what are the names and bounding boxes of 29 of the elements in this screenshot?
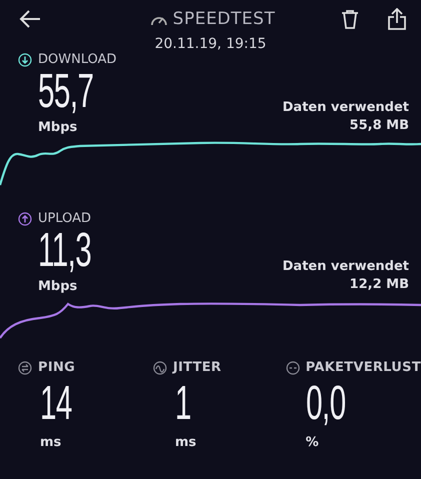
metric-value: 0,0 <box>306 379 346 429</box>
speed-unit: Mbps <box>38 120 78 135</box>
share-icon[interactable] <box>387 8 407 30</box>
metric-label: JITTER <box>172 360 222 375</box>
data-used-value: 55,8 MB <box>350 117 409 135</box>
data-used-label: Daten verwendet <box>282 99 409 117</box>
ping-icon <box>18 360 32 374</box>
speed-value: 11,3 <box>38 226 92 276</box>
metric-unit: ms <box>174 435 198 450</box>
download-icon <box>18 52 32 66</box>
back-arrow-icon[interactable] <box>18 9 42 29</box>
metric-label: PING <box>38 360 76 375</box>
jitter-icon <box>152 360 167 374</box>
loss-icon <box>286 360 300 374</box>
test-date: 20.11.19, 19:15 <box>154 36 268 52</box>
data-used-label: Daten verwendet <box>282 258 409 276</box>
upload-icon <box>18 212 32 226</box>
data-used-value: 12,2 MB <box>350 276 409 294</box>
speed-unit: Mbps <box>38 279 78 294</box>
metric-unit: ms <box>40 435 62 450</box>
app-title: SPEEDTEST <box>172 9 276 29</box>
trash-icon[interactable] <box>341 9 359 29</box>
metric-label: PAKETVERLUST <box>306 360 421 375</box>
metric-value: 1 <box>174 379 191 429</box>
metric-unit: % <box>306 435 320 450</box>
section-label: UPLOAD <box>38 211 92 226</box>
metric-value: 14 <box>40 379 72 429</box>
speed-value: 55,7 <box>38 67 94 117</box>
section-label: DOWNLOAD <box>38 52 117 67</box>
